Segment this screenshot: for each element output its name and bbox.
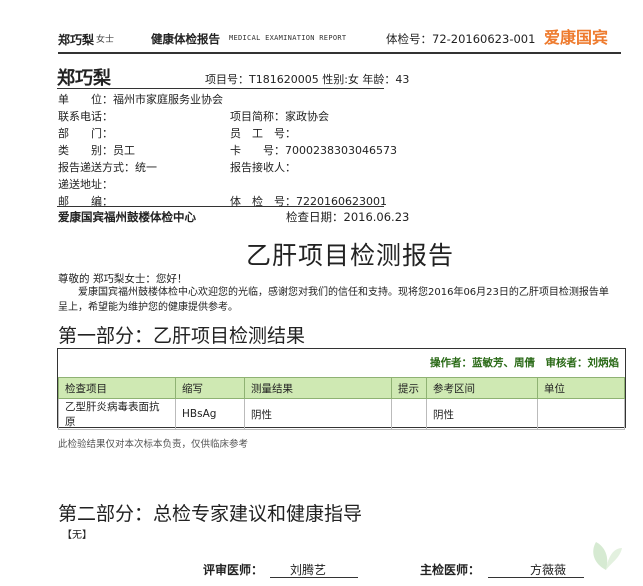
header-divider (58, 52, 621, 54)
operator-bar: 操作者：蓝敏芳、周倩 审核者：刘炳焰 (58, 349, 625, 377)
cell-reference: 阴性 (426, 398, 538, 430)
project-abbr-label: 项目简称： (230, 110, 285, 123)
section1-title: 第一部分：乙肝项目检测结果 (58, 325, 306, 347)
results-header-row: 检查项目 缩写 测量结果 提示 参考区间 单位 (58, 377, 625, 399)
disclaimer-note: 此检验结果仅对本次标本负责，仅供临床参考 (58, 439, 249, 450)
unit-value: 福州市家庭服务业协会 (113, 93, 223, 106)
patient-project-line: 项目号：T181620005 性别:女 年龄：43 (205, 73, 410, 86)
patient-name: 郑巧梨 (57, 68, 111, 89)
col-hint: 提示 (391, 377, 427, 399)
project-abbr-value: 家政协会 (285, 110, 329, 123)
chief-label: 主检医师： (420, 563, 481, 577)
address-label: 递送地址： (58, 178, 113, 191)
project-abbr-row: 项目简称：家政协会 (230, 108, 329, 124)
brand-logo: 爱康国宾 (544, 28, 609, 47)
leaf-logo-icon (593, 542, 622, 570)
chief-signature-line (488, 577, 584, 578)
reviewer-name: 刘腾艺 (290, 563, 327, 577)
unit-row: 单 位：福州市家庭服务业协会 (58, 91, 223, 107)
table-row: 乙型肝炎病毒表面抗原 HBsAg 阴性 阴性 (58, 398, 625, 430)
results-table: 检查项目 缩写 测量结果 提示 参考区间 单位 乙型肝炎病毒表面抗原 HBsAg… (58, 377, 625, 430)
dept-label: 部 门： (58, 127, 113, 140)
header-title: 健康体检报告 (151, 32, 220, 46)
card-row: 卡 号：7000238303046573 (230, 142, 397, 158)
section2-title: 第二部分：总检专家建议和健康指导 (58, 503, 363, 525)
type-row: 类 别：员工 (58, 142, 135, 158)
col-reference: 参考区间 (426, 377, 538, 399)
receiver-label: 报告接收人： (230, 161, 296, 174)
cell-item: 乙型肝炎病毒表面抗原 (58, 398, 176, 430)
reviewer-signature-line (270, 577, 358, 578)
info-divider (57, 206, 384, 207)
header-patient-name: 郑巧梨 (58, 33, 95, 47)
col-result: 测量结果 (244, 377, 392, 399)
col-unit: 单位 (537, 377, 625, 399)
operator-line: 操作者：蓝敏芳、周倩 审核者：刘炳焰 (430, 357, 619, 369)
patient-divider (57, 88, 384, 89)
delivery-label: 报告递送方式： (58, 161, 135, 174)
report-title: 乙肝项目检测报告 (246, 241, 455, 270)
card-value: 7000238303046573 (285, 144, 397, 157)
chief-name: 方薇薇 (530, 563, 567, 577)
header-exam-number: 体检号：72-20160623-001 (386, 32, 536, 46)
header-subtitle: MEDICAL EXAMINATION REPORT (229, 34, 347, 42)
cell-abbr: HBsAg (175, 398, 245, 430)
center-name: 爱康国宾福州鼓楼体检中心 (58, 210, 196, 224)
delivery-value: 统一 (135, 161, 157, 174)
greeting: 尊敬的 郑巧梨女士：您好！ (58, 273, 188, 285)
unit-label: 单 位： (58, 93, 113, 106)
phone-label: 联系电话： (58, 110, 113, 123)
reviewer-label: 评审医师： (203, 563, 264, 577)
cell-result: 阴性 (244, 398, 392, 430)
employee-no-label: 员 工 号： (230, 127, 296, 140)
cell-hint (391, 398, 427, 430)
delivery-row: 报告递送方式：统一 (58, 159, 157, 175)
col-abbr: 缩写 (175, 377, 245, 399)
intro-paragraph: 爱康国宾福州鼓楼体检中心欢迎您的光临，感谢您对我们的信任和支持。现将您2016年… (58, 287, 609, 313)
cell-unit (537, 398, 625, 430)
type-value: 员工 (113, 144, 135, 157)
section2-content: 【无】 (62, 530, 92, 541)
col-item: 检查项目 (58, 377, 176, 399)
results-box: 操作者：蓝敏芳、周倩 审核者：刘炳焰 检查项目 缩写 测量结果 提示 参考区间 … (57, 348, 626, 430)
card-label: 卡 号： (230, 144, 285, 157)
type-label: 类 别： (58, 144, 113, 157)
header-gender: 女士 (96, 35, 115, 45)
check-date: 检查日期：2016.06.23 (286, 210, 410, 224)
